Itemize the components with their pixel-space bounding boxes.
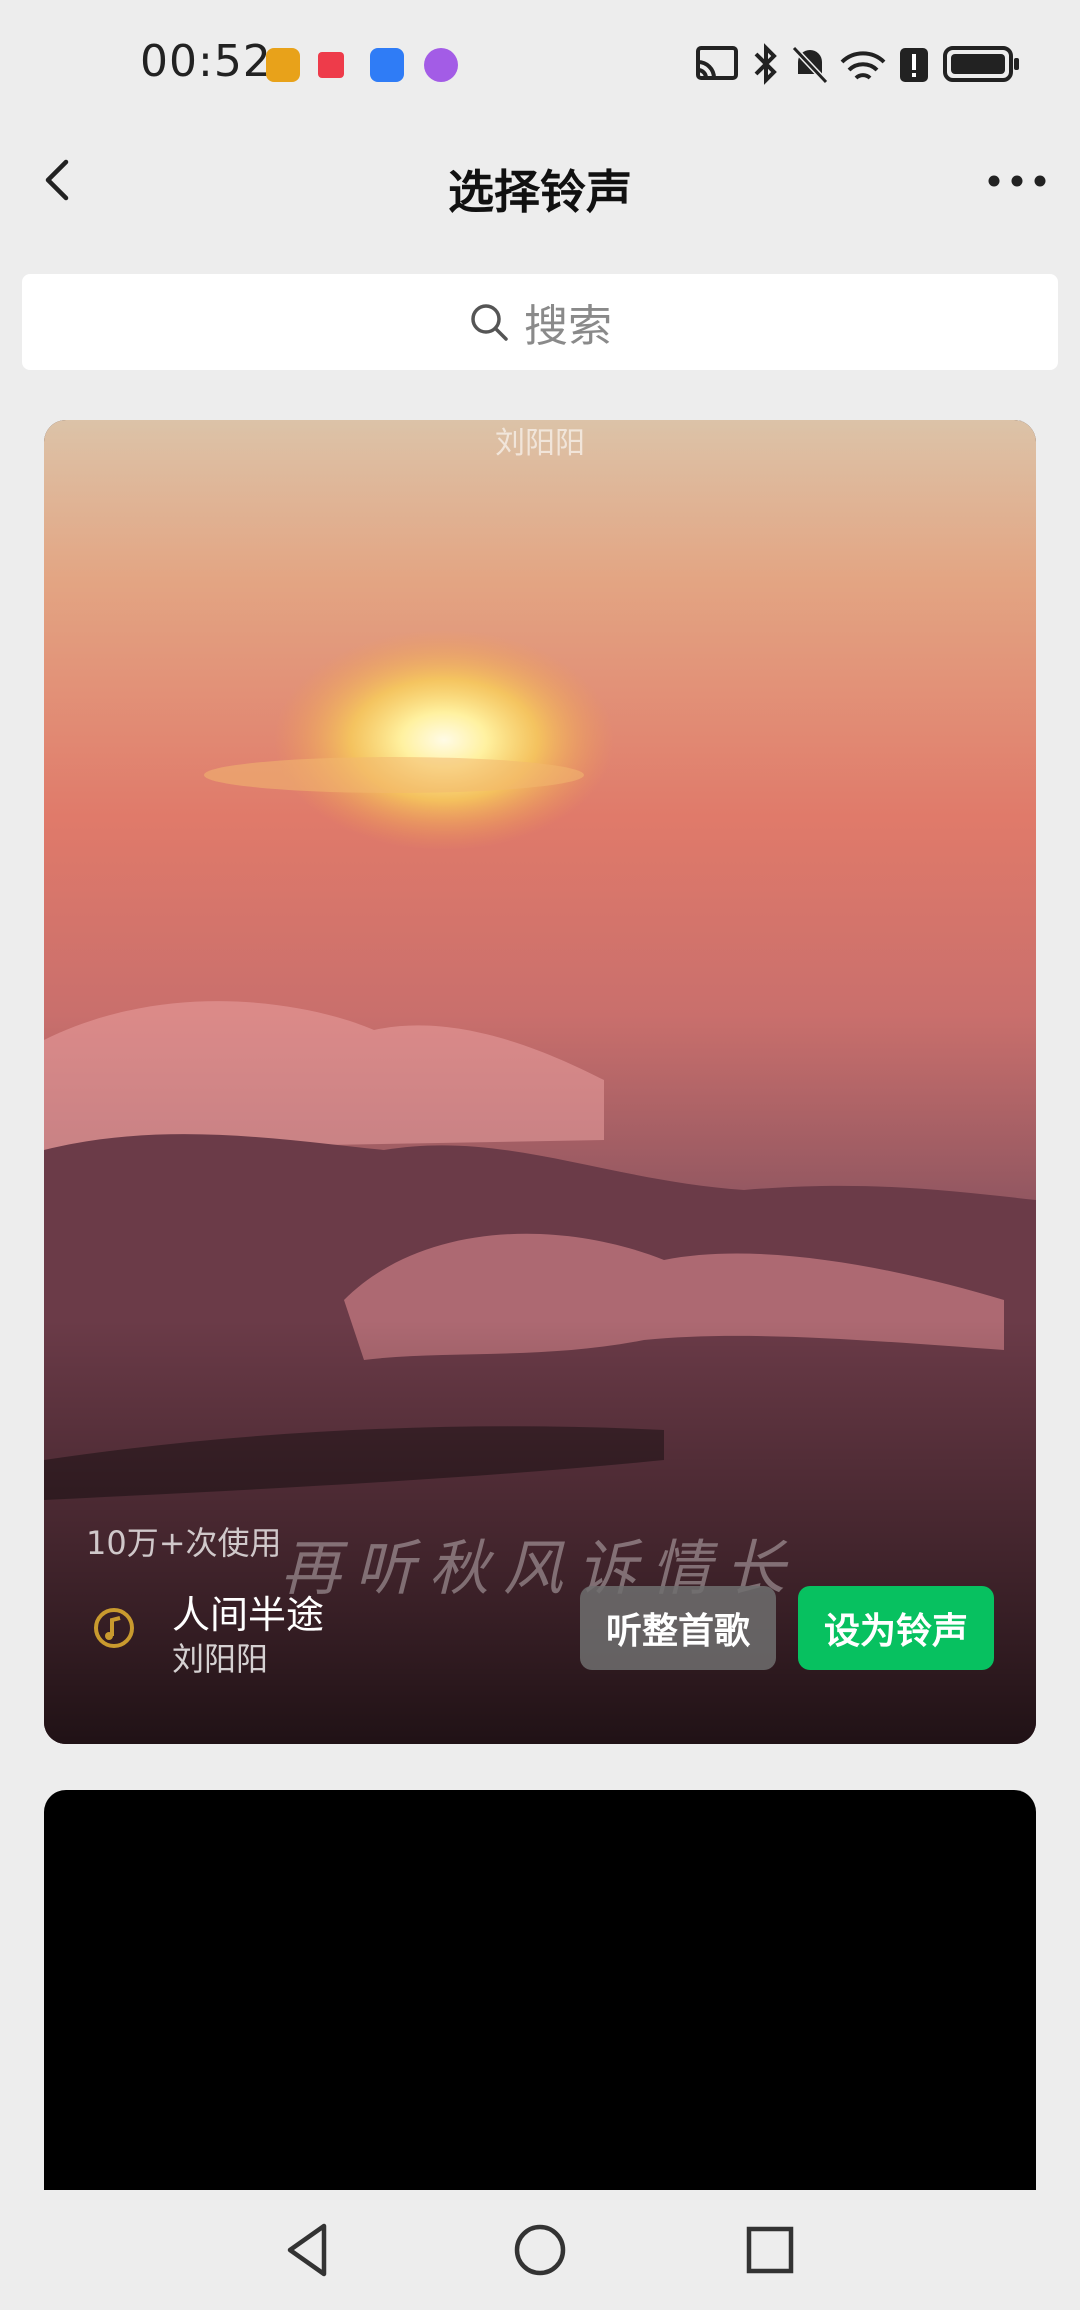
home-circle-icon[interactable] — [508, 2218, 572, 2282]
video-artist-overlay: 刘阳阳 — [495, 426, 585, 461]
bluetooth-icon — [754, 43, 777, 85]
listen-full-song-button[interactable]: 听整首歌 — [580, 1586, 776, 1670]
search-bar[interactable]: 搜索 — [22, 274, 1058, 370]
usage-count: 10万+次使用 — [86, 1524, 282, 1562]
page-header: 选择铃声 — [0, 120, 1080, 240]
sohu-app-icon — [266, 48, 300, 82]
wifi-icon — [840, 51, 886, 80]
page-title: 选择铃声 — [448, 165, 632, 219]
purple-app-icon — [424, 48, 458, 82]
battery-icon — [943, 46, 1019, 82]
song-artist: 刘阳阳 — [172, 1640, 269, 1678]
music-note-icon — [94, 1608, 134, 1648]
recents-square-icon[interactable] — [738, 2218, 802, 2282]
cloud-app-icon — [370, 48, 404, 82]
system-nav-bar — [0, 2190, 1080, 2310]
search-icon — [471, 304, 508, 341]
search-placeholder: 搜索 — [524, 301, 612, 352]
set-ringtone-button[interactable]: 设为铃声 — [798, 1586, 994, 1670]
alert-icon — [900, 48, 928, 82]
mute-icon — [791, 45, 829, 85]
song-title: 人间半途 — [172, 1593, 325, 1637]
more-horizontal-icon[interactable] — [982, 156, 1052, 206]
red-app-icon — [318, 52, 344, 78]
cast-icon — [696, 46, 738, 80]
back-triangle-icon[interactable] — [276, 2218, 340, 2282]
status-time: 00:52 — [140, 36, 272, 87]
status-bar: 00:52 — [0, 0, 1080, 120]
ringtone-card[interactable]: 刘阳阳 再听秋风诉情长 10万+次使用 人间半途 刘阳阳 听整首歌 设为铃声 — [44, 420, 1036, 1744]
